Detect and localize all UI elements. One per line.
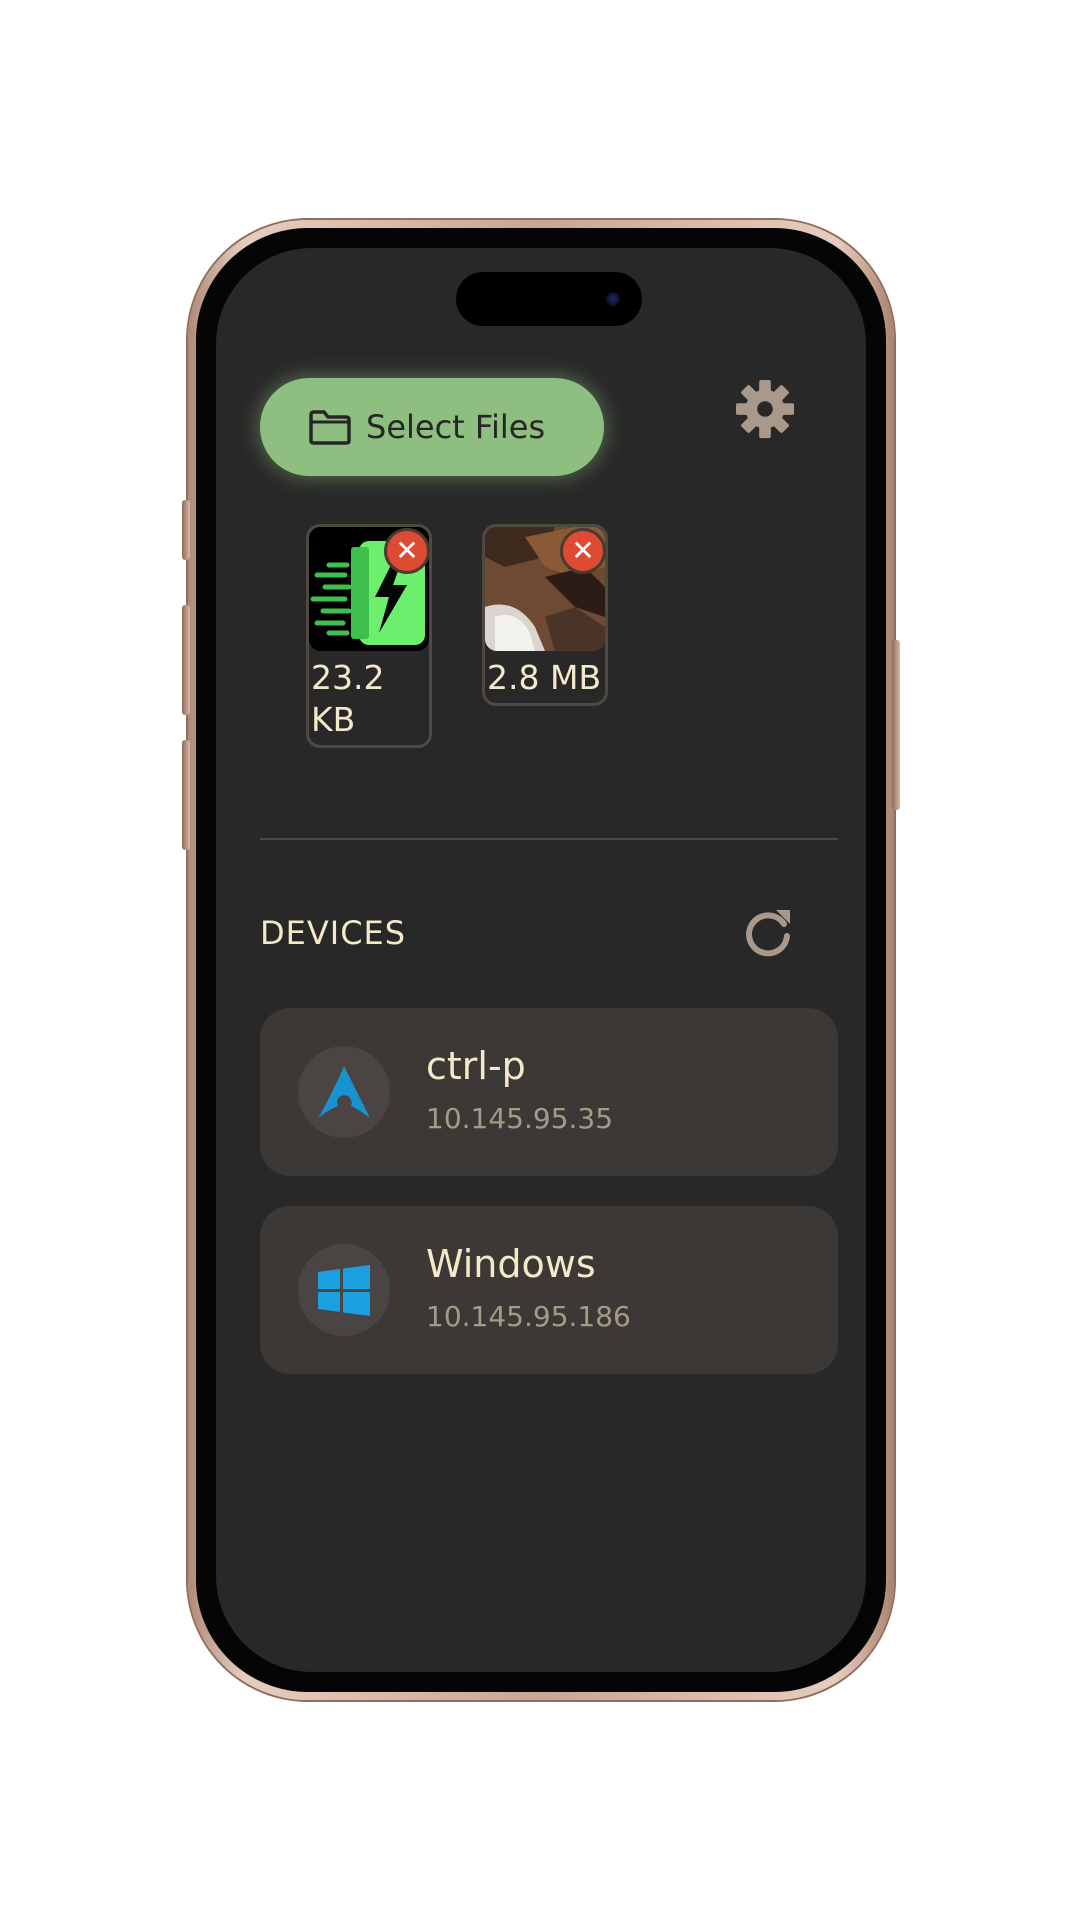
action-button bbox=[182, 500, 190, 560]
file-size: 23.2 KB bbox=[311, 658, 385, 739]
remove-file-button[interactable]: ✕ bbox=[560, 528, 606, 574]
camera-lens bbox=[606, 292, 620, 306]
power-button bbox=[892, 640, 900, 810]
dynamic-island bbox=[456, 272, 642, 326]
device-avatar bbox=[298, 1244, 390, 1336]
select-files-label: Select Files bbox=[366, 408, 546, 446]
close-icon: ✕ bbox=[395, 534, 419, 567]
app-screen: Select Files 23.2 KB ✕ 2.8 MB ✕ DEVICES … bbox=[216, 248, 866, 1672]
file-size: 2.8 MB bbox=[487, 658, 602, 697]
volume-up-button bbox=[182, 605, 190, 715]
device-avatar bbox=[298, 1046, 390, 1138]
gear-icon[interactable] bbox=[734, 378, 796, 440]
device-name: ctrl-p bbox=[426, 1044, 526, 1088]
phone-frame: Select Files 23.2 KB ✕ 2.8 MB ✕ DEVICES … bbox=[182, 220, 900, 1700]
device-card-ctrl-p[interactable]: ctrl-p 10.145.95.35 bbox=[260, 1008, 838, 1176]
remove-file-button[interactable]: ✕ bbox=[384, 528, 430, 574]
device-ip: 10.145.95.186 bbox=[426, 1300, 631, 1333]
devices-heading: DEVICES bbox=[260, 914, 407, 952]
close-icon: ✕ bbox=[571, 534, 595, 567]
select-files-button[interactable]: Select Files bbox=[260, 378, 604, 476]
device-ip: 10.145.95.35 bbox=[426, 1102, 614, 1135]
windows-icon bbox=[318, 1265, 370, 1316]
device-card-windows[interactable]: Windows 10.145.95.186 bbox=[260, 1206, 838, 1374]
section-divider bbox=[260, 838, 838, 840]
phone-bezel: Select Files 23.2 KB ✕ 2.8 MB ✕ DEVICES … bbox=[196, 228, 886, 1692]
folder-icon bbox=[309, 410, 351, 445]
arch-linux-icon bbox=[318, 1066, 370, 1118]
device-name: Windows bbox=[426, 1242, 596, 1286]
refresh-icon[interactable] bbox=[740, 904, 796, 960]
volume-down-button bbox=[182, 740, 190, 850]
